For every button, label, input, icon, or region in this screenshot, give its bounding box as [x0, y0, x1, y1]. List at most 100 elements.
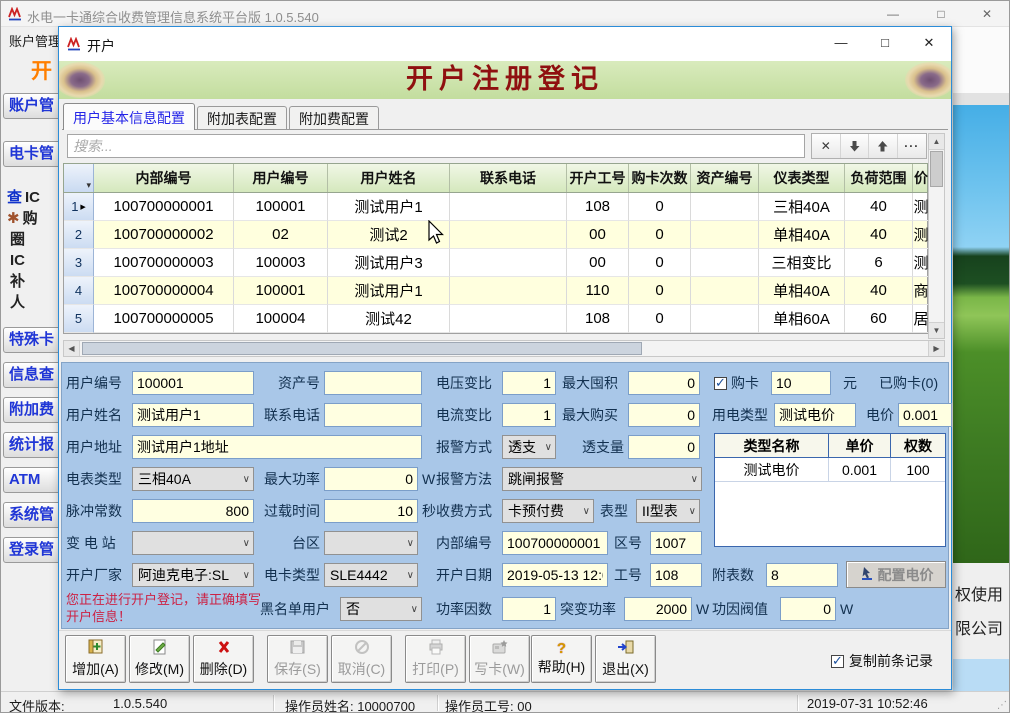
- dialog-maximize-button[interactable]: □: [863, 27, 907, 59]
- resize-grip[interactable]: ⋰: [997, 700, 1008, 711]
- current-ratio-input[interactable]: [502, 403, 556, 427]
- price-header-type[interactable]: 类型名称: [715, 434, 829, 457]
- open-date-input[interactable]: [502, 563, 608, 587]
- vendor-select[interactable]: 阿迪克电子:SL: [132, 563, 254, 587]
- overload-time-input[interactable]: [324, 499, 418, 523]
- pulse-const-input[interactable]: [132, 499, 254, 523]
- meter-model-select[interactable]: II型表: [636, 499, 700, 523]
- row-number-cell[interactable]: 3: [64, 249, 94, 277]
- horizontal-scrollbar[interactable]: ◀ ▶: [63, 340, 945, 357]
- district-select[interactable]: [324, 531, 418, 555]
- address-input[interactable]: [132, 435, 422, 459]
- copy-previous-checkbox[interactable]: [831, 655, 844, 668]
- contact-input[interactable]: [324, 403, 422, 427]
- table-row[interactable]: 3 100700000003 100003 测试用户3 00 0 三相变比 6 …: [64, 249, 927, 277]
- sidebar-button[interactable]: 统计报: [3, 432, 59, 458]
- row-number-cell[interactable]: 2: [64, 221, 94, 249]
- max-power-input[interactable]: [324, 467, 418, 491]
- write-card-button[interactable]: 写卡(W): [469, 635, 530, 683]
- sidebar-button[interactable]: 附加费: [3, 397, 59, 423]
- sidebar-tree-item[interactable]: 人: [3, 292, 59, 313]
- cancel-button[interactable]: 取消(C): [331, 635, 392, 683]
- elec-type-input[interactable]: [774, 403, 856, 427]
- overdraft-input[interactable]: [628, 435, 700, 459]
- header-load-range[interactable]: 负荷范围: [845, 164, 913, 192]
- vertical-scroll-thumb[interactable]: [930, 151, 943, 187]
- header-user-no[interactable]: 用户编号: [234, 164, 328, 192]
- blacklist-select[interactable]: 否: [340, 597, 422, 621]
- delete-button[interactable]: 删除(D): [193, 635, 254, 683]
- header-meter-type[interactable]: 仪表类型: [759, 164, 845, 192]
- add-button[interactable]: 增加(A): [65, 635, 126, 683]
- attached-meters-input[interactable]: [766, 563, 838, 587]
- save-button[interactable]: 保存(S): [267, 635, 328, 683]
- sidebar-button[interactable]: 电卡管: [3, 141, 59, 167]
- max-hoard-input[interactable]: [628, 371, 700, 395]
- table-row[interactable]: 5 100700000005 100004 测试42 108 0 单相60A 6…: [64, 305, 927, 333]
- buy-card-amount-input[interactable]: [771, 371, 831, 395]
- main-maximize-button[interactable]: □: [919, 1, 963, 27]
- sidebar-tree-item[interactable]: ✱购: [3, 208, 59, 229]
- substation-select[interactable]: [132, 531, 254, 555]
- table-row[interactable]: 4 100700000004 100001 测试用户1 110 0 单相40A …: [64, 277, 927, 305]
- main-close-button[interactable]: ✕: [965, 1, 1009, 27]
- header-contact[interactable]: 联系电话: [450, 164, 567, 192]
- sidebar-tree-item[interactable]: 圈: [3, 229, 59, 250]
- sidebar-button[interactable]: 系统管: [3, 502, 59, 528]
- menu-account-management[interactable]: 账户管理: [9, 31, 61, 50]
- pay-mode-select[interactable]: 卡预付费: [502, 499, 594, 523]
- scroll-up-icon[interactable]: ▲: [929, 134, 944, 150]
- sidebar-button[interactable]: 登录管: [3, 537, 59, 563]
- internal-no-input[interactable]: [502, 531, 608, 555]
- tab-surcharge-config[interactable]: 附加费配置: [289, 106, 379, 129]
- dialog-titlebar[interactable]: 开户 — □ ✕: [59, 27, 951, 61]
- search-more-button[interactable]: ···: [898, 134, 926, 158]
- sidebar-tree-item[interactable]: 补: [3, 271, 59, 292]
- meter-type-select[interactable]: 三相40A: [132, 467, 254, 491]
- tab-attached-meter-config[interactable]: 附加表配置: [197, 106, 287, 129]
- staff-no-input[interactable]: [650, 563, 702, 587]
- print-button[interactable]: 打印(P): [405, 635, 466, 683]
- header-buy-count[interactable]: 购卡次数: [629, 164, 691, 192]
- modify-button[interactable]: 修改(M): [129, 635, 190, 683]
- unit-price-input[interactable]: [898, 403, 952, 427]
- search-up-button[interactable]: [869, 134, 898, 158]
- main-minimize-button[interactable]: —: [871, 1, 915, 27]
- scroll-right-icon[interactable]: ▶: [928, 341, 944, 356]
- power-factor-input[interactable]: [502, 597, 556, 621]
- asset-no-input[interactable]: [324, 371, 422, 395]
- sidebar-button[interactable]: ATM: [3, 467, 59, 493]
- header-open-staff[interactable]: 开户工号: [567, 164, 629, 192]
- toolbar-open-account-fragment[interactable]: 开: [31, 55, 52, 85]
- row-number-cell[interactable]: 5: [64, 305, 94, 333]
- vertical-scrollbar[interactable]: ▲ ▼: [928, 133, 945, 339]
- horizontal-scroll-thumb[interactable]: [82, 342, 642, 355]
- header-price-partial[interactable]: 价: [913, 164, 929, 192]
- pf-threshold-input[interactable]: [780, 597, 836, 621]
- sidebar-button[interactable]: 特殊卡: [3, 327, 59, 353]
- header-asset-no[interactable]: 资产编号: [691, 164, 759, 192]
- sidebar-tree-item[interactable]: 查IC: [3, 187, 59, 208]
- sidebar-button[interactable]: 信息查: [3, 362, 59, 388]
- help-button[interactable]: ? 帮助(H): [531, 635, 592, 683]
- dialog-minimize-button[interactable]: —: [819, 27, 863, 59]
- max-buy-input[interactable]: [628, 403, 700, 427]
- table-row[interactable]: 1 100700000001 100001 测试用户1 108 0 三相40A …: [64, 193, 927, 221]
- sidebar-button[interactable]: 账户管: [3, 93, 59, 119]
- price-header-weight[interactable]: 权数: [891, 434, 945, 457]
- card-type-select[interactable]: SLE4442: [324, 563, 418, 587]
- header-user-name[interactable]: 用户姓名: [328, 164, 450, 192]
- copy-previous-record[interactable]: 复制前条记录: [831, 651, 933, 671]
- price-table-row[interactable]: 测试电价 0.001 100: [715, 458, 945, 482]
- price-header-unit-price[interactable]: 单价: [829, 434, 891, 457]
- buy-card-checkbox[interactable]: [714, 377, 727, 390]
- exit-button[interactable]: 退出(X): [595, 635, 656, 683]
- user-no-input[interactable]: [132, 371, 254, 395]
- surge-power-input[interactable]: [624, 597, 692, 621]
- search-input[interactable]: [67, 134, 805, 158]
- scroll-left-icon[interactable]: ◀: [64, 341, 80, 356]
- search-clear-button[interactable]: ✕: [812, 134, 841, 158]
- voltage-ratio-input[interactable]: [502, 371, 556, 395]
- table-row[interactable]: 2 100700000002 02 测试2 00 0 单相40A 40 测: [64, 221, 927, 249]
- row-number-cell[interactable]: 4: [64, 277, 94, 305]
